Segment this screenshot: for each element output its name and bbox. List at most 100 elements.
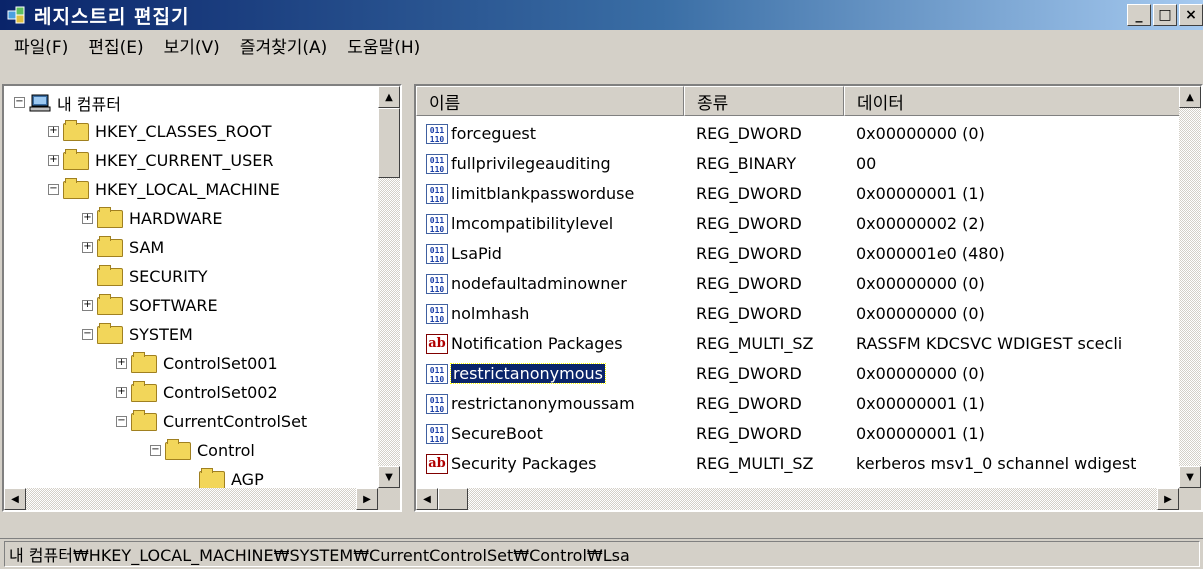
scroll-left-button[interactable]: ◀ — [416, 488, 438, 510]
value-name: SecureBoot — [451, 424, 543, 443]
menu-help[interactable]: 도움말(H) — [337, 33, 430, 58]
value-row[interactable]: 011 110 SecureBoot REG_DWORD 0x00000001 (1) — [416, 419, 1181, 448]
scroll-down-button[interactable]: ▼ — [378, 466, 400, 488]
tree-item[interactable]: + HKEY_CURRENT_USER — [48, 146, 273, 175]
value-row[interactable]: 011 110 forceguest REG_DWORD 0x00000000 (0) — [416, 119, 1181, 148]
key-tree-pane[interactable]: − 내 컴퓨터 + HKEY_CLASSES_ROOT + HKEY_CURRENT_US… — [2, 84, 402, 512]
collapse-icon[interactable]: − — [48, 184, 59, 195]
value-data: 0x00000000 (0) — [856, 304, 985, 323]
collapse-icon[interactable]: − — [150, 445, 161, 456]
binary-value-icon: 011 110 — [426, 243, 448, 264]
tree-item-label: AGP — [231, 470, 264, 489]
menu-file[interactable]: 파일(F) — [4, 33, 78, 58]
tree-item-label: SYSTEM — [129, 325, 193, 344]
tree-item[interactable]: − HKEY_LOCAL_MACHINE — [48, 175, 280, 204]
list-horizontal-scrollbar[interactable]: ◀ ▶ — [416, 488, 1179, 510]
tree-item-label: Control — [197, 441, 255, 460]
value-name: fullprivilegeauditing — [451, 154, 611, 173]
value-type: REG_DWORD — [696, 214, 802, 233]
folder-icon — [97, 322, 123, 344]
title-bar[interactable]: 레지스트리 편집기 _ □ × — [0, 0, 1203, 30]
expand-icon[interactable]: + — [82, 213, 93, 224]
value-row[interactable]: ab Security Packages REG_MULTI_SZ kerberos … — [416, 449, 1181, 478]
value-row[interactable]: ab Notification Packages REG_MULTI_SZ RASSF… — [416, 329, 1181, 358]
scroll-up-button[interactable]: ▲ — [378, 86, 400, 108]
list-vertical-scrollbar[interactable]: ▲ ▼ — [1179, 86, 1201, 488]
value-row[interactable]: 011 110 nolmhash REG_DWORD 0x00000000 (0) — [416, 299, 1181, 328]
collapse-icon[interactable]: − — [116, 416, 127, 427]
expand-icon[interactable]: + — [116, 387, 127, 398]
tree-item[interactable]: + HARDWARE — [82, 204, 223, 233]
folder-icon — [131, 380, 157, 402]
tree-item[interactable]: − SYSTEM — [82, 320, 193, 349]
value-row[interactable]: 011 110 limitblankpassworduse REG_DWORD 0x00… — [416, 179, 1181, 208]
value-name: limitblankpassworduse — [451, 184, 635, 203]
expand-icon[interactable]: + — [82, 242, 93, 253]
value-name: restrictanonymous — [450, 363, 606, 384]
window-title: 레지스트리 편집기 — [34, 5, 190, 28]
tree-item-label: 내 컴퓨터 — [57, 94, 121, 114]
tree-item[interactable]: + ControlSet001 — [116, 349, 278, 378]
value-type: REG_DWORD — [696, 184, 802, 203]
computer-icon — [29, 94, 51, 111]
value-name: Security Packages — [451, 454, 597, 473]
scroll-thumb[interactable] — [438, 488, 468, 510]
folder-icon — [165, 438, 191, 460]
column-header-data[interactable]: 데이터 — [844, 86, 1181, 116]
tree-item[interactable]: + SOFTWARE — [82, 291, 218, 320]
scroll-left-button[interactable]: ◀ — [4, 488, 26, 510]
expand-icon[interactable]: + — [48, 155, 59, 166]
column-header-type[interactable]: 종류 — [684, 86, 844, 116]
binary-value-icon: 011 110 — [426, 273, 448, 294]
values-list-pane[interactable]: 이름 종류 데이터 011 110 forceguest REG_DWORD 0x000… — [414, 84, 1203, 512]
folder-icon — [97, 206, 123, 228]
expand-icon[interactable]: + — [116, 358, 127, 369]
expand-icon[interactable]: + — [82, 300, 93, 311]
scroll-thumb[interactable] — [378, 108, 400, 178]
tree-item[interactable]: − Control — [150, 436, 255, 465]
string-value-icon: ab — [426, 453, 448, 474]
minimize-button[interactable]: _ — [1127, 4, 1151, 26]
tree-item[interactable]: + HKEY_CLASSES_ROOT — [48, 117, 271, 146]
value-type: REG_DWORD — [696, 364, 802, 383]
tree-item[interactable]: + SAM — [82, 233, 164, 262]
tree-item-label: HARDWARE — [129, 209, 223, 228]
scroll-right-button[interactable]: ▶ — [1157, 488, 1179, 510]
value-row[interactable]: 011 110 restrictanonymoussam REG_DWORD 0x000… — [416, 389, 1181, 418]
menu-edit[interactable]: 편집(E) — [78, 33, 153, 58]
tree-item-label: SOFTWARE — [129, 296, 218, 315]
tree-item[interactable]: − 내 컴퓨터 — [14, 88, 121, 117]
tree-item[interactable]: SECURITY — [82, 262, 208, 291]
tree-item[interactable]: − CurrentControlSet — [116, 407, 307, 436]
value-type: REG_DWORD — [696, 244, 802, 263]
menu-view[interactable]: 보기(V) — [154, 33, 230, 58]
value-row[interactable]: 011 110 nodefaultadminowner REG_DWORD 0x0000… — [416, 269, 1181, 298]
value-row[interactable]: 011 110 lmcompatibilitylevel REG_DWORD 0x000… — [416, 209, 1181, 238]
tree-item[interactable]: + ControlSet002 — [116, 378, 278, 407]
column-headers: 이름 종류 데이터 — [416, 86, 1181, 116]
scroll-up-button[interactable]: ▲ — [1179, 86, 1201, 108]
maximize-button[interactable]: □ — [1153, 4, 1177, 26]
close-button[interactable]: × — [1179, 4, 1203, 26]
value-type: REG_DWORD — [696, 274, 802, 293]
value-data: 0x00000000 (0) — [856, 274, 985, 293]
value-data: kerberos msv1_0 schannel wdigest — [856, 454, 1137, 473]
scroll-right-button[interactable]: ▶ — [356, 488, 378, 510]
value-row[interactable]: 011 110 LsaPid REG_DWORD 0x000001e0 (480) — [416, 239, 1181, 268]
value-type: REG_MULTI_SZ — [696, 454, 814, 473]
value-row[interactable]: 011 110 fullprivilegeauditing REG_BINARY 00 — [416, 149, 1181, 178]
menu-favorites[interactable]: 즐겨찾기(A) — [230, 33, 337, 58]
tree-vertical-scrollbar[interactable]: ▲ ▼ — [378, 86, 400, 488]
collapse-icon[interactable]: − — [82, 329, 93, 340]
tree-item-label: HKEY_LOCAL_MACHINE — [95, 180, 280, 199]
column-header-name[interactable]: 이름 — [416, 86, 684, 116]
value-row[interactable]: 011 110 restrictanonymous REG_DWORD 0x000000… — [416, 359, 1181, 388]
collapse-icon[interactable]: − — [14, 97, 25, 108]
binary-value-icon: 011 110 — [426, 123, 448, 144]
expand-icon[interactable]: + — [48, 126, 59, 137]
tree-horizontal-scrollbar[interactable]: ◀ ▶ — [4, 488, 378, 510]
folder-icon — [97, 264, 123, 286]
scroll-down-button[interactable]: ▼ — [1179, 466, 1201, 488]
value-data: 00 — [856, 154, 877, 173]
tree-item-label: HKEY_CLASSES_ROOT — [95, 122, 272, 141]
